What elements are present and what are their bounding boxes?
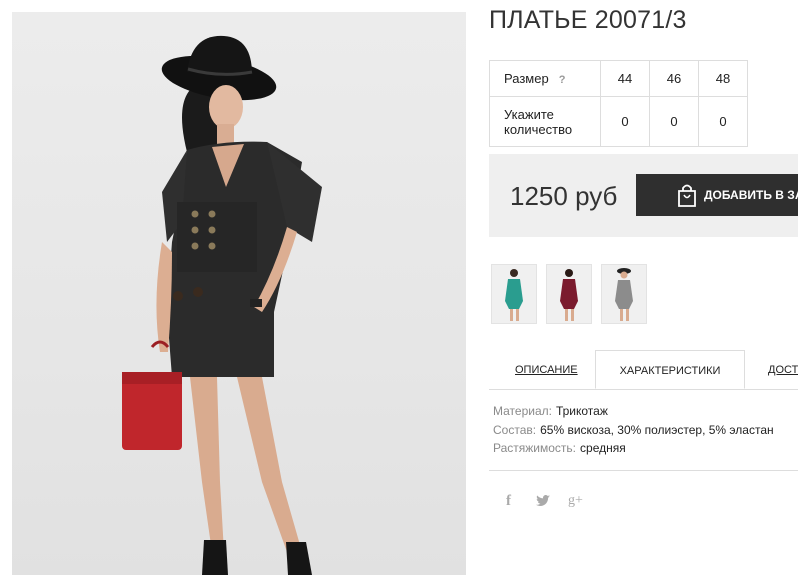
spec-stretch: Растяжимость: средняя [493, 441, 774, 460]
product-specs: Материал: Трикотаж Состав: 65% вискоза, 30… [493, 404, 774, 460]
thumb-grey-dress[interactable] [601, 264, 647, 324]
spec-composition: Состав: 65% вискоза, 30% полиэстер, 5% эл… [493, 423, 774, 442]
product-tabs: ОПИСАНИЕ ХАРАКТЕРИСТИКИ ДОСТАВКА [489, 350, 798, 390]
model-in-black-dress-image [122, 35, 322, 575]
buy-box: 1250 руб ДОБАВИТЬ В ЗАКАЗ [489, 154, 798, 237]
tab-characteristics[interactable]: ХАРАКТЕРИСТИКИ [595, 350, 745, 389]
spec-value: Трикотаж [555, 404, 608, 418]
quantity-header-cell: Укажите количество [489, 96, 601, 147]
size-label: Размер [504, 71, 549, 86]
size-46: 46 [649, 60, 699, 97]
quantity-input-44[interactable]: 0 [600, 96, 650, 147]
size-44: 44 [600, 60, 650, 97]
spec-material: Материал: Трикотаж [493, 404, 774, 423]
facebook-icon[interactable]: f [506, 493, 511, 510]
size-help-icon[interactable]: ? [559, 74, 566, 86]
spec-key: Материал: [493, 404, 552, 418]
spec-value: 65% вискоза, 30% полиэстер, 5% эластан [540, 422, 774, 437]
social-divider [489, 470, 798, 471]
product-title: ПЛАТЬЕ 20071/3 [489, 6, 687, 34]
size-header-cell: Размер? [489, 60, 601, 97]
product-price: 1250 руб [510, 181, 618, 211]
tab-delivery[interactable]: ДОСТАВКА [768, 350, 798, 390]
twitter-icon[interactable] [536, 494, 550, 510]
spec-value: средняя [580, 441, 626, 455]
quantity-input-48[interactable]: 0 [698, 96, 748, 147]
size-quantity-table: Размер? 44 46 48 Укажите количество 0 0 … [489, 60, 748, 147]
size-48: 48 [698, 60, 748, 97]
add-to-order-button[interactable]: ДОБАВИТЬ В ЗАКАЗ [636, 174, 798, 216]
spec-key: Состав: [493, 422, 537, 437]
spec-key: Растяжимость: [493, 441, 577, 455]
quantity-input-46[interactable]: 0 [649, 96, 699, 147]
add-to-order-label: ДОБАВИТЬ В ЗАКАЗ [704, 188, 798, 202]
tab-description[interactable]: ОПИСАНИЕ [515, 350, 578, 390]
shopping-bag-icon [676, 183, 698, 207]
quantity-label-line2: количество [504, 121, 573, 137]
thumb-green-dress[interactable] [491, 264, 537, 324]
thumb-burgundy-dress[interactable] [546, 264, 592, 324]
googleplus-icon[interactable]: g+ [568, 493, 583, 509]
quantity-label-line1: Укажите [504, 106, 554, 122]
product-main-photo[interactable] [12, 12, 466, 575]
